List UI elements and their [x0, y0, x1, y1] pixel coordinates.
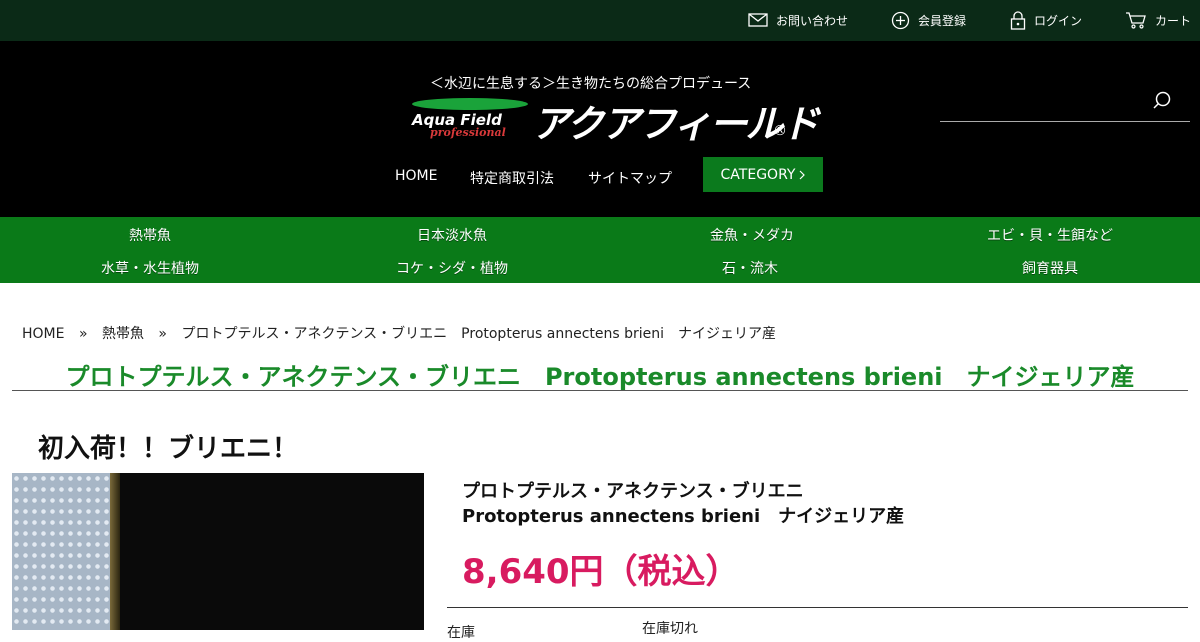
stock-label: 在庫 — [447, 625, 475, 641]
product-price: 8,640円（税込） — [462, 552, 740, 592]
product-headline: 初入荷！！ブリエニ！ — [38, 434, 299, 464]
lock-icon — [1010, 10, 1026, 30]
category-link[interactable]: コケ・シダ・植物 — [302, 258, 602, 278]
cart-link[interactable]: カート — [1125, 10, 1191, 30]
product-name-japanese: プロトプテルス・アネクテンス・ブリエニ — [462, 481, 804, 502]
nav-home[interactable]: HOME — [395, 168, 437, 184]
category-link[interactable]: エビ・貝・生餌など — [900, 225, 1200, 245]
category-link[interactable]: 金魚・メダカ — [602, 225, 902, 245]
category-link[interactable]: 石・流木 — [600, 258, 900, 278]
logo-professional-text: professional — [430, 126, 506, 139]
search-icon[interactable] — [1152, 91, 1172, 111]
top-utility-bar: お問い合わせ 会員登録 ログイン カート — [0, 0, 1200, 41]
site-tagline: ＜水辺に生息する＞生き物たちの総合プロデュース — [430, 76, 752, 92]
logo-japanese-text: アクアフィールド — [532, 102, 819, 146]
logo-registered-mark: ® — [773, 123, 787, 139]
search-box — [940, 81, 1190, 122]
plus-circle-icon — [891, 11, 910, 29]
photo-tank-edge — [110, 473, 120, 630]
breadcrumb-separator: » — [158, 326, 167, 342]
category-link[interactable]: 熱帯魚 — [0, 225, 300, 245]
product-name-scientific: Protopterus annectens brieni ナイジェリア産 — [462, 506, 905, 527]
register-label: 会員登録 — [918, 13, 967, 28]
contact-label: お問い合わせ — [776, 13, 849, 28]
category-button-label: CATEGORY — [720, 166, 796, 183]
category-link[interactable]: 水草・水生植物 — [0, 258, 300, 278]
breadcrumb: HOME » 熱帯魚 » プロトプテルス・アネクテンス・ブリエニ Protopt… — [22, 323, 776, 343]
cart-label: カート — [1155, 13, 1192, 28]
cart-icon — [1126, 12, 1146, 29]
nav-tokutei[interactable]: 特定商取引法 — [470, 168, 554, 188]
info-divider — [447, 607, 1188, 608]
category-button[interactable]: CATEGORY — [703, 157, 823, 192]
register-link[interactable]: 会員登録 — [891, 10, 966, 30]
category-link[interactable]: 日本淡水魚 — [302, 225, 602, 245]
site-logo[interactable]: Aqua Field professional アクアフィールド ® — [410, 93, 819, 146]
product-title: プロトプテルス・アネクテンス・ブリエニ Protopterus annecten… — [12, 357, 1188, 391]
category-bar: 熱帯魚 日本淡水魚 金魚・メダカ エビ・貝・生餌など 水草・水生植物 コケ・シダ… — [0, 217, 1200, 283]
login-link[interactable]: ログイン — [1010, 10, 1082, 30]
breadcrumb-separator: » — [78, 326, 88, 342]
chevron-right-icon — [800, 170, 806, 179]
login-label: ログイン — [1034, 13, 1083, 28]
photo-aquarium-background — [12, 473, 110, 630]
logo-swoosh-icon — [412, 98, 528, 110]
breadcrumb-home[interactable]: HOME — [22, 326, 64, 342]
category-link[interactable]: 飼育器具 — [900, 258, 1200, 278]
breadcrumb-current: プロトプテルス・アネクテンス・ブリエニ Protopterus annecten… — [181, 326, 777, 342]
site-header: ＜水辺に生息する＞生き物たちの総合プロデュース Aqua Field profe… — [0, 41, 1200, 217]
search-input[interactable] — [940, 81, 1140, 119]
nav-sitemap[interactable]: サイトマップ — [588, 168, 672, 188]
stock-status: 在庫切れ — [642, 621, 698, 637]
contact-link[interactable]: お問い合わせ — [748, 10, 848, 30]
product-name: プロトプテルス・アネクテンス・ブリエニ Protopterus annecten… — [462, 479, 904, 529]
breadcrumb-category[interactable]: 熱帯魚 — [102, 326, 144, 342]
product-photo[interactable] — [12, 473, 424, 630]
mail-icon — [748, 13, 768, 27]
